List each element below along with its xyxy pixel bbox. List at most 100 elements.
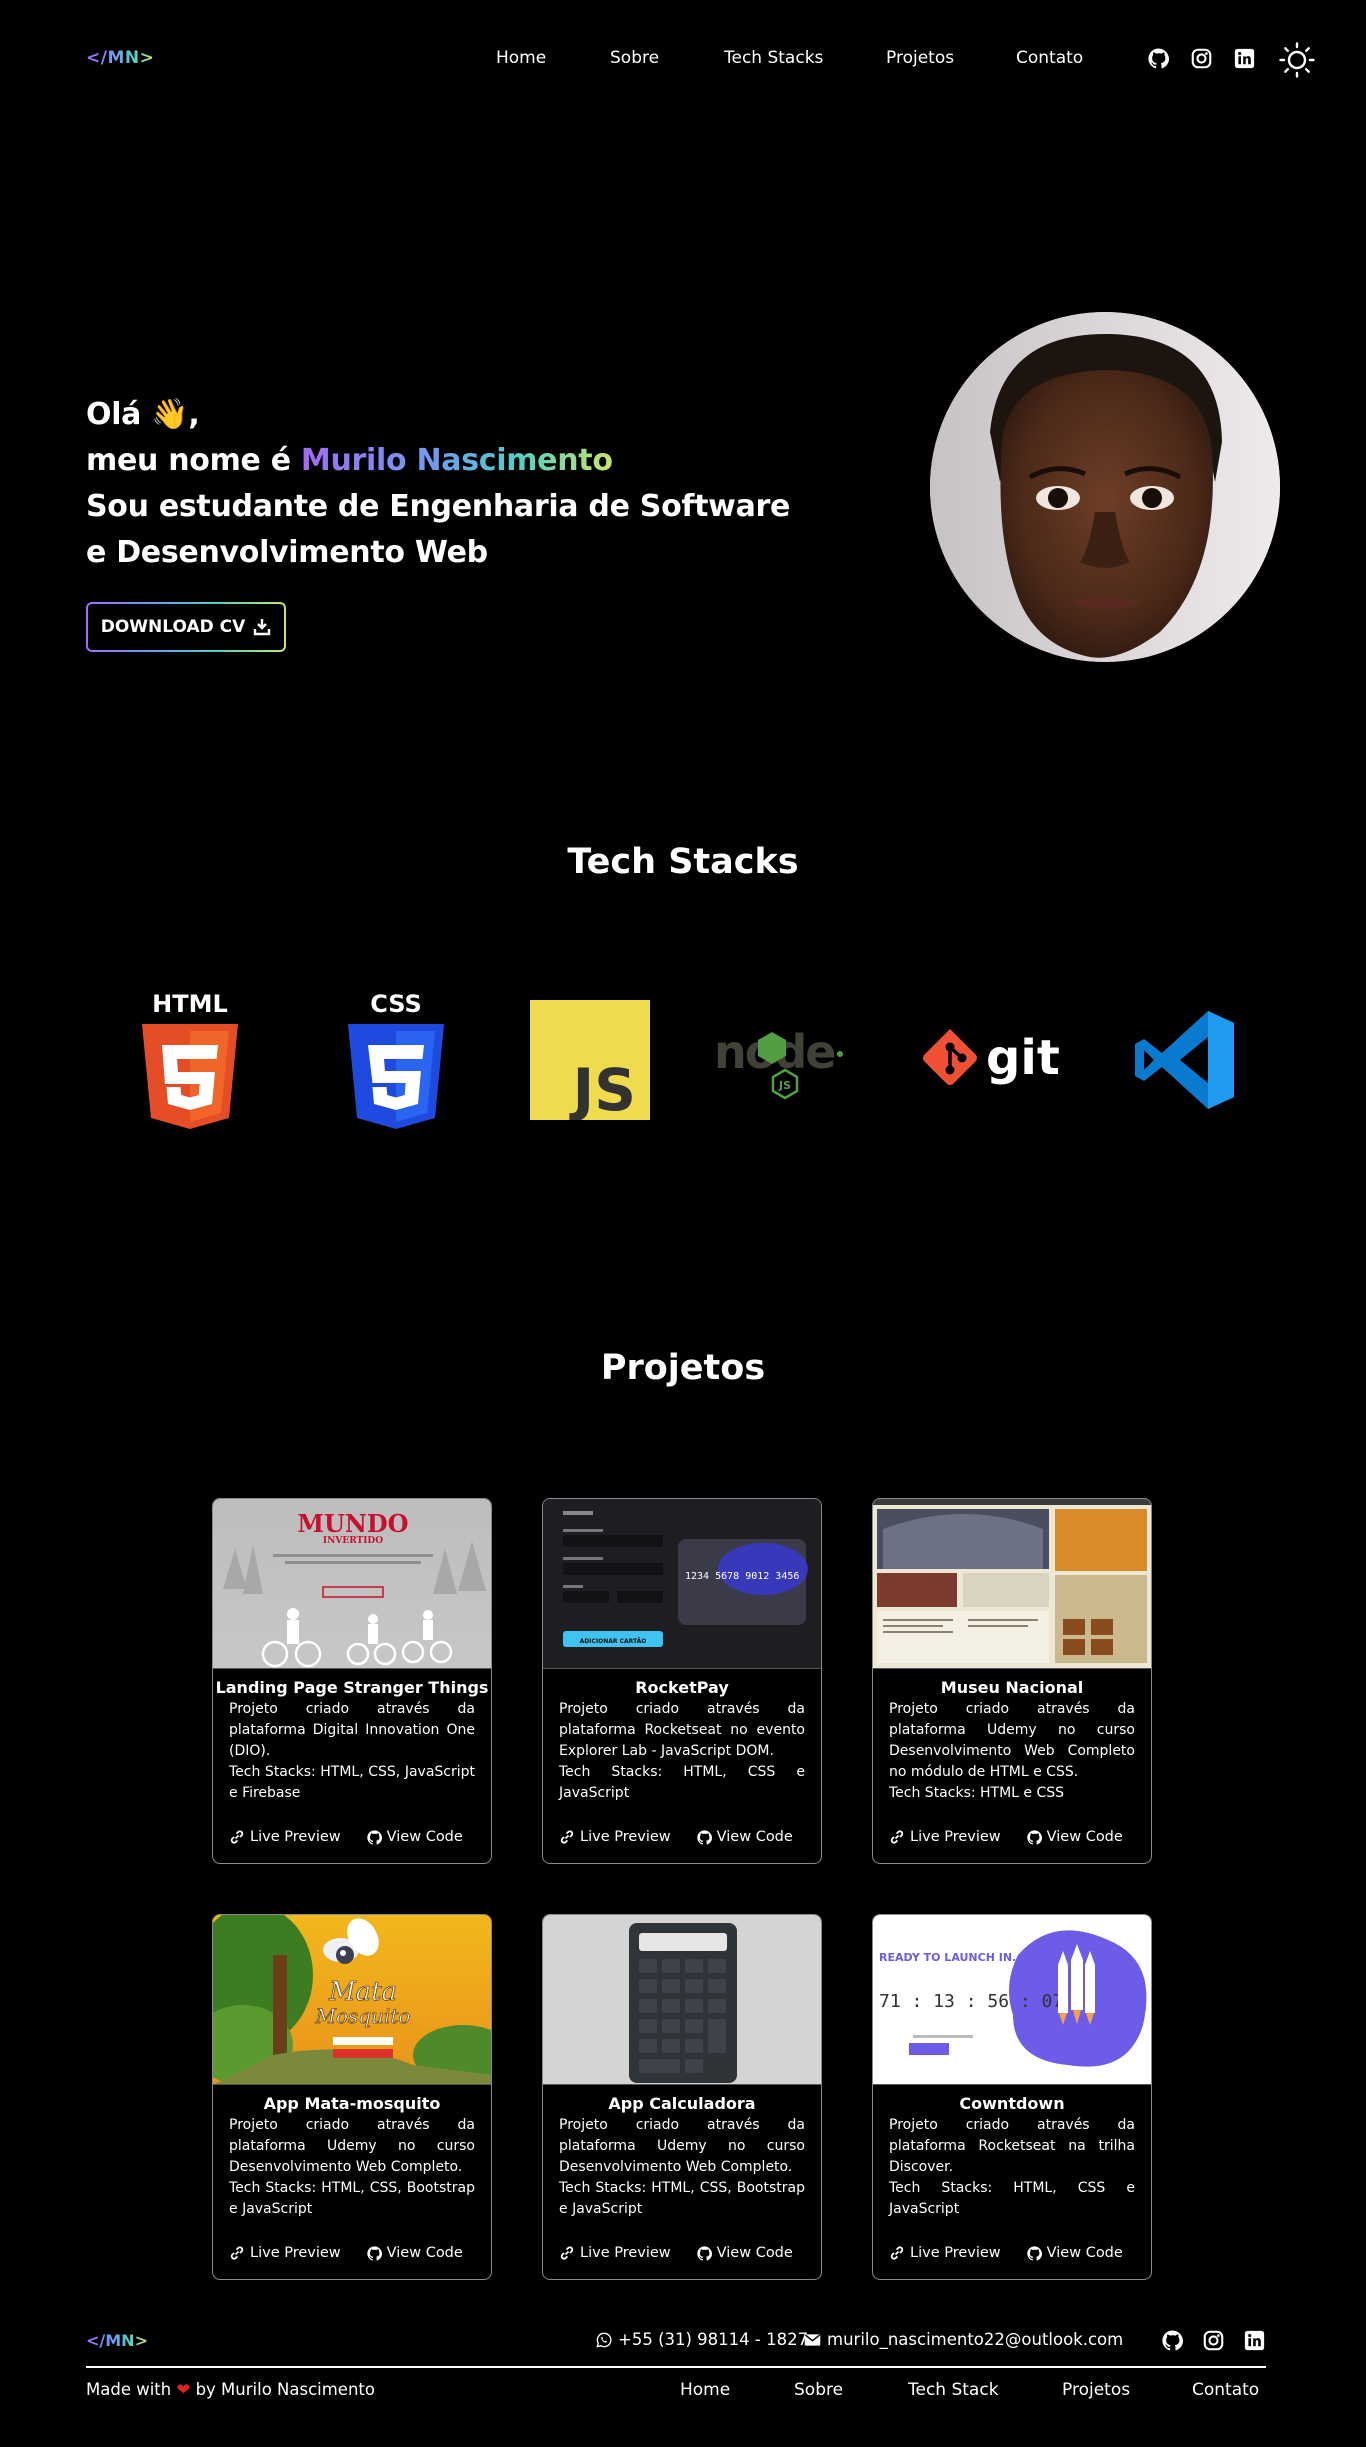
live-preview-label: Live Preview	[910, 1829, 1001, 1845]
view-code-link[interactable]: View Code	[1026, 2245, 1123, 2261]
thumb-card-button: ADICIONAR CARTÃO	[580, 1638, 647, 1645]
live-preview-link[interactable]: Live Preview	[229, 1829, 341, 1845]
project-links: Live Preview View Code	[229, 1829, 463, 1845]
footer-link-contato[interactable]: Contato	[1192, 2380, 1259, 2400]
footer-link-home[interactable]: Home	[680, 2380, 730, 2400]
project-title: App Mata-mosquito	[263, 2094, 441, 2113]
link-icon	[560, 1830, 574, 1844]
project-thumbnail[interactable]: Mata Mosquito	[213, 1915, 491, 2085]
nav-link-projetos[interactable]: Projetos	[886, 48, 954, 68]
linkedin-icon[interactable]	[1244, 2330, 1265, 2351]
footer-link-tech-stack[interactable]: Tech Stack	[908, 2380, 999, 2400]
profile-avatar	[930, 312, 1280, 662]
project-thumbnail[interactable]: 1234 5678 9012 3456 ADICIONAR CARTÃO	[543, 1499, 821, 1669]
live-preview-label: Live Preview	[910, 2245, 1001, 2261]
project-stack: Tech Stacks: HTML e CSS	[889, 1785, 1065, 1801]
project-stack: Tech Stacks: HTML, CSS, Bootstrap e Java…	[559, 2180, 805, 2217]
live-preview-link[interactable]: Live Preview	[559, 1829, 671, 1845]
project-thumbnail[interactable]: MUNDO INVERTIDO	[213, 1499, 491, 1669]
hero-name-line: meu nome é Murilo Nascimento	[86, 438, 846, 484]
css3-logo: CSS	[342, 985, 450, 1135]
project-links: Live Preview View Code	[559, 1829, 793, 1845]
view-code-label: View Code	[386, 1829, 463, 1845]
hero-greeting: Olá 👋,	[86, 397, 200, 432]
footer-phone[interactable]: +55 (31) 98114 - 1827	[596, 2330, 808, 2349]
footer-link-projetos[interactable]: Projetos	[1062, 2380, 1130, 2400]
instagram-icon[interactable]	[1191, 48, 1212, 69]
footer-link-sobre[interactable]: Sobre	[794, 2380, 843, 2400]
nav-link-sobre[interactable]: Sobre	[610, 48, 659, 68]
thumb-countdown: 71 : 13 : 56 : 07	[879, 1991, 1063, 2012]
footer-logo[interactable]: </MN>	[86, 2331, 148, 2350]
project-stack: Tech Stacks: HTML, CSS e JavaScript	[559, 1764, 805, 1801]
view-code-link[interactable]: View Code	[366, 1829, 463, 1845]
nav-link-home[interactable]: Home	[496, 48, 546, 68]
nav-link-contato[interactable]: Contato	[1016, 48, 1083, 68]
github-icon	[1026, 1829, 1042, 1845]
project-description: Projeto criado através da plataforma Roc…	[889, 2117, 1135, 2175]
project-description: Projeto criado através da plataforma Dig…	[229, 1701, 475, 1759]
project-card: Mata Mosquito App Mata-mosquito Projeto …	[212, 1914, 492, 2280]
project-links: Live Preview View Code	[889, 2245, 1123, 2261]
hero-subtitle-line-2: e Desenvolvimento Web	[86, 535, 488, 570]
project-thumbnail[interactable]: READY TO LAUNCH IN... 71 : 13 : 56 : 07	[873, 1915, 1151, 2085]
github-icon	[1026, 2245, 1042, 2261]
nodejs-logo: node JS	[710, 985, 860, 1135]
footer-credit-suffix: by Murilo Nascimento	[195, 2380, 375, 2399]
project-stack: Tech Stacks: HTML, CSS, Bootstrap e Java…	[229, 2180, 475, 2217]
nav-link-tech-stacks[interactable]: Tech Stacks	[724, 48, 823, 68]
view-code-label: View Code	[386, 2245, 463, 2261]
git-logo-label: git	[986, 1030, 1060, 1086]
live-preview-link[interactable]: Live Preview	[889, 1829, 1001, 1845]
github-icon	[696, 2245, 712, 2261]
download-cv-button[interactable]: DOWNLOAD CV	[86, 602, 286, 652]
git-logo: git	[918, 985, 1064, 1135]
github-icon	[366, 2245, 382, 2261]
view-code-link[interactable]: View Code	[696, 1829, 793, 1845]
project-description: Projeto criado através da plataforma Ude…	[889, 1701, 1135, 1780]
view-code-link[interactable]: View Code	[1026, 1829, 1123, 1845]
view-code-link[interactable]: View Code	[366, 2245, 463, 2261]
footer-divider	[86, 2366, 1266, 2368]
github-icon[interactable]	[1162, 2330, 1183, 2351]
view-code-link[interactable]: View Code	[696, 2245, 793, 2261]
live-preview-link[interactable]: Live Preview	[229, 2245, 341, 2261]
project-stack: Tech Stacks: HTML, CSS e JavaScript	[889, 2180, 1135, 2217]
hero-name-prefix: meu nome é	[86, 443, 301, 478]
view-code-label: View Code	[716, 2245, 793, 2261]
html5-logo: HTML	[136, 985, 244, 1135]
project-card: App Calculadora Projeto criado através d…	[542, 1914, 822, 2280]
project-description: Projeto criado através da plataforma Roc…	[559, 1701, 805, 1759]
thumb-subtitle: INVERTIDO	[323, 1536, 383, 1546]
site-logo[interactable]: </MN>	[86, 48, 154, 68]
linkedin-icon[interactable]	[1234, 48, 1255, 69]
hero-section: Olá 👋, meu nome é Murilo Nascimento Sou …	[86, 392, 846, 576]
github-icon[interactable]	[1148, 48, 1169, 69]
project-thumbnail[interactable]	[873, 1499, 1151, 1669]
sun-icon[interactable]	[1279, 42, 1315, 78]
footer-email-label: murilo_nascimento22@outlook.com	[827, 2330, 1124, 2349]
top-navbar: </MN> Home Sobre Tech Stacks Projetos Co…	[0, 0, 1366, 122]
instagram-icon[interactable]	[1203, 2330, 1224, 2351]
live-preview-label: Live Preview	[250, 1829, 341, 1845]
footer-social-icons	[1162, 2330, 1265, 2351]
javascript-logo: JS	[528, 985, 652, 1135]
project-card: MUNDO INVERTIDO Landing Page Stranger Th…	[212, 1498, 492, 1864]
hero-name: Murilo Nascimento	[300, 443, 613, 478]
github-icon	[696, 1829, 712, 1845]
link-icon	[890, 2246, 904, 2260]
footer-email[interactable]: murilo_nascimento22@outlook.com	[804, 2330, 1123, 2349]
project-thumbnail[interactable]	[543, 1915, 821, 2085]
heart-icon: ❤	[176, 2380, 191, 2399]
live-preview-link[interactable]: Live Preview	[889, 2245, 1001, 2261]
html5-logo-label: HTML	[152, 990, 228, 1018]
project-description: Projeto criado através da plataforma Ude…	[229, 2117, 475, 2175]
download-cv-label: DOWNLOAD CV	[100, 617, 246, 637]
link-icon	[230, 1830, 244, 1844]
project-links: Live Preview View Code	[889, 1829, 1123, 1845]
thumb-card-number: 1234 5678 9012 3456	[685, 1571, 799, 1582]
link-icon	[890, 1830, 904, 1844]
live-preview-link[interactable]: Live Preview	[559, 2245, 671, 2261]
thumb-subtitle: Mosquito	[315, 2004, 411, 2028]
envelope-icon	[804, 2333, 821, 2346]
